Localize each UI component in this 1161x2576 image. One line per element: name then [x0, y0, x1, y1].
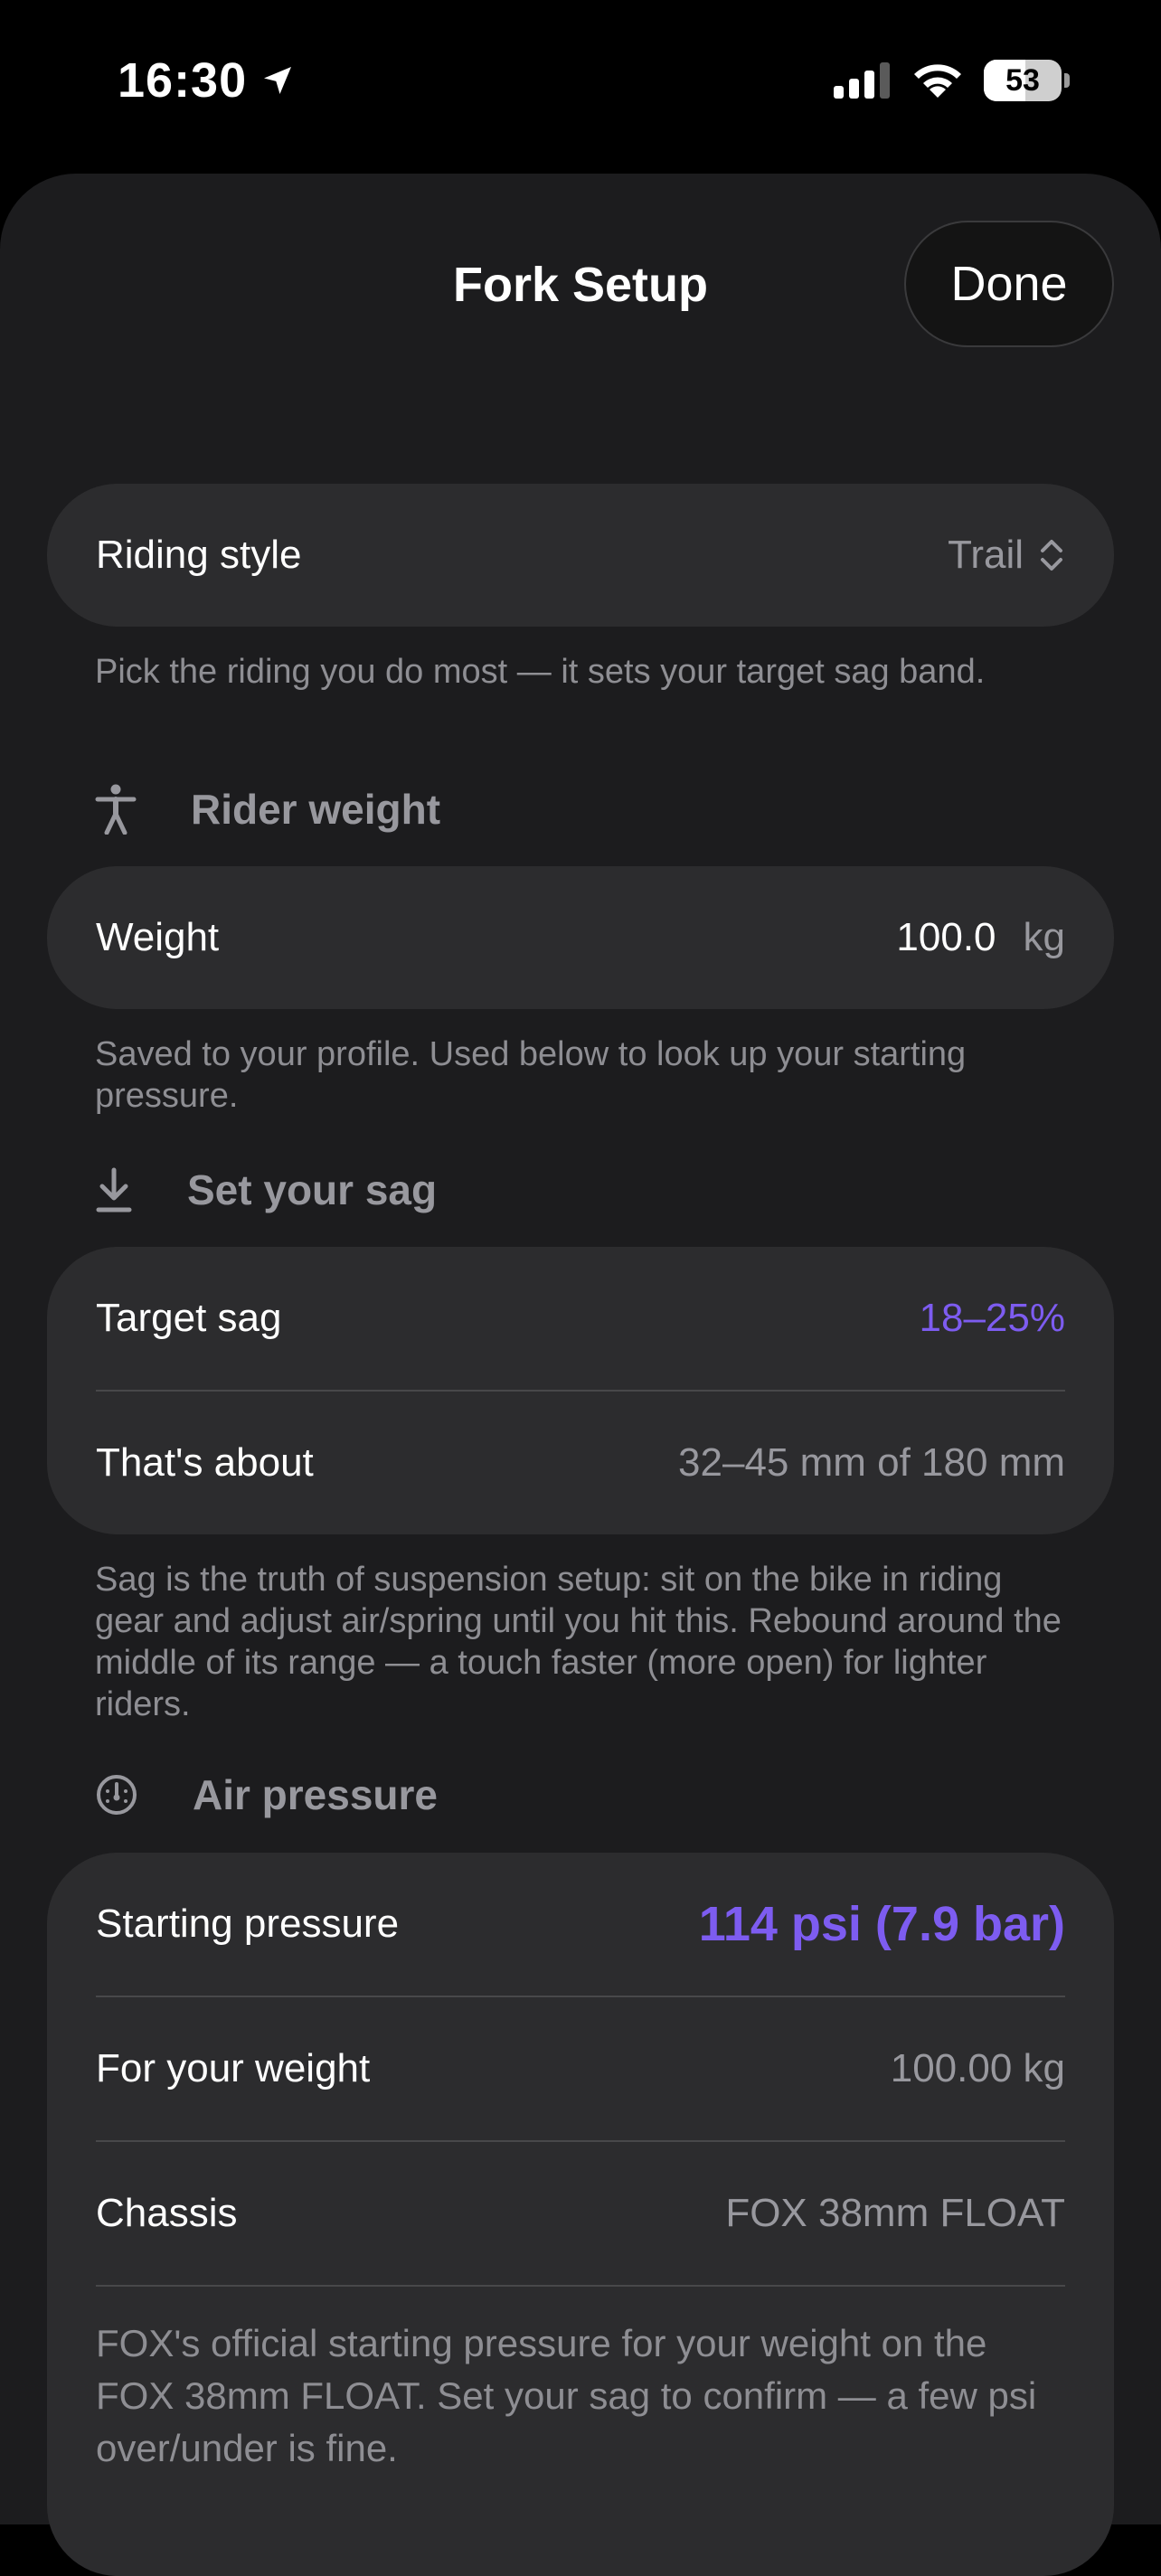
riding-style-note: Pick the riding you do most — it sets yo… — [95, 653, 986, 691]
riding-style-row[interactable]: Riding style Trail — [47, 484, 1114, 627]
sag-about-value: 32–45 mm of 180 mm — [678, 1440, 1065, 1485]
for-weight-value: 100.00 kg — [890, 2046, 1065, 2090]
air-pressure-note: FOX's official starting pressure for you… — [96, 2322, 1037, 2469]
gauge-icon — [97, 1775, 137, 1815]
chassis-value: FOX 38mm FLOAT — [725, 2191, 1065, 2235]
sag-note: Sag is the truth of suspension setup: si… — [95, 1561, 1062, 1723]
riding-style-value: Trail — [948, 533, 1024, 577]
status-indicators: 53 — [834, 60, 1070, 101]
target-sag-value: 18–25% — [919, 1296, 1065, 1340]
person-icon — [95, 784, 137, 835]
cellular-signal-icon — [834, 62, 890, 99]
air-pressure-header-text: Air pressure — [193, 1771, 439, 1818]
chassis-row: Chassis FOX 38mm FLOAT — [47, 2142, 1114, 2285]
rider-weight-header: Rider weight — [95, 784, 440, 835]
for-weight-row: For your weight 100.00 kg — [47, 1997, 1114, 2140]
status-bar: 16:30 53 — [0, 0, 1161, 172]
location-arrow-icon — [264, 67, 292, 94]
rider-weight-note: Saved to your profile. Used below to loo… — [95, 1035, 967, 1115]
starting-pressure-row: Starting pressure 114 psi (7.9 bar) — [47, 1853, 1114, 1996]
sag-header-text: Set your sag — [187, 1166, 438, 1213]
riding-style-picker[interactable]: Trail — [948, 533, 1065, 578]
riding-style-card: Riding style Trail — [47, 484, 1114, 627]
done-button[interactable]: Done — [904, 221, 1114, 347]
arrow-down-to-line-icon — [96, 1167, 132, 1213]
sag-about-row: That's about 32–45 mm of 180 mm — [47, 1392, 1114, 1534]
sag-about-label: That's about — [96, 1440, 314, 1485]
sag-header: Set your sag — [95, 1165, 437, 1214]
air-pressure-header: Air pressure — [95, 1770, 438, 1819]
chassis-label: Chassis — [96, 2191, 238, 2235]
weight-input[interactable]: 100.0 — [896, 915, 996, 960]
sag-card: Target sag 18–25% That's about 32–45 mm … — [47, 1247, 1114, 1534]
weight-value-group: 100.0 kg — [896, 915, 1065, 960]
fork-setup-sheet: Fork Setup Done Riding style Trail Pick … — [0, 174, 1161, 2576]
status-time: 16:30 — [118, 52, 296, 109]
weight-unit: kg — [1023, 915, 1065, 959]
battery-level: 53 — [1005, 62, 1040, 98]
weight-row[interactable]: Weight 100.0 kg — [47, 866, 1114, 1009]
starting-pressure-value: 114 psi (7.9 bar) — [698, 1897, 1065, 1951]
status-time-text: 16:30 — [118, 53, 248, 108]
target-sag-row: Target sag 18–25% — [47, 1247, 1114, 1390]
battery-icon: 53 — [984, 60, 1070, 101]
riding-style-label: Riding style — [96, 533, 302, 577]
wifi-icon — [914, 64, 961, 98]
weight-card: Weight 100.0 kg — [47, 866, 1114, 1009]
weight-label: Weight — [96, 915, 220, 959]
starting-pressure-label: Starting pressure — [96, 1901, 400, 1946]
chevron-up-down-icon — [1041, 540, 1062, 571]
air-pressure-card: Starting pressure 114 psi (7.9 bar) For … — [47, 1853, 1114, 2576]
for-weight-label: For your weight — [96, 2046, 371, 2090]
target-sag-label: Target sag — [96, 1296, 282, 1340]
rider-weight-header-text: Rider weight — [191, 786, 441, 833]
